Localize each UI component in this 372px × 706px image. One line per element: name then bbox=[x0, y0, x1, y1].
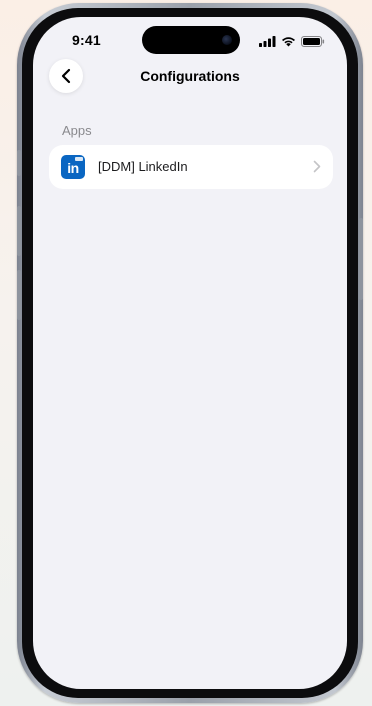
linkedin-icon: in bbox=[61, 155, 85, 179]
signal-icon bbox=[259, 35, 276, 47]
action-button bbox=[17, 150, 21, 176]
chevron-right-icon bbox=[313, 160, 321, 173]
navigation-bar: Configurations bbox=[33, 59, 347, 99]
volume-down-button bbox=[17, 270, 21, 320]
dynamic-island bbox=[142, 26, 240, 54]
app-label: [DDM] LinkedIn bbox=[98, 159, 188, 174]
front-camera bbox=[222, 35, 232, 45]
status-time: 9:41 bbox=[72, 32, 101, 48]
section-header-apps: Apps bbox=[62, 123, 92, 138]
volume-up-button bbox=[17, 206, 21, 256]
battery-icon bbox=[301, 35, 325, 47]
status-icons bbox=[259, 35, 325, 47]
status-bar: 9:41 bbox=[33, 17, 347, 63]
phone-screen: 9:41 Configurations Apps in [DDM] Linked… bbox=[33, 17, 347, 689]
linkedin-icon-text: in bbox=[67, 160, 79, 176]
page-title: Configurations bbox=[140, 68, 240, 84]
wifi-icon bbox=[282, 36, 295, 46]
list-item-ddm-linkedin[interactable]: in [DDM] LinkedIn bbox=[49, 145, 333, 189]
power-button bbox=[359, 218, 363, 300]
